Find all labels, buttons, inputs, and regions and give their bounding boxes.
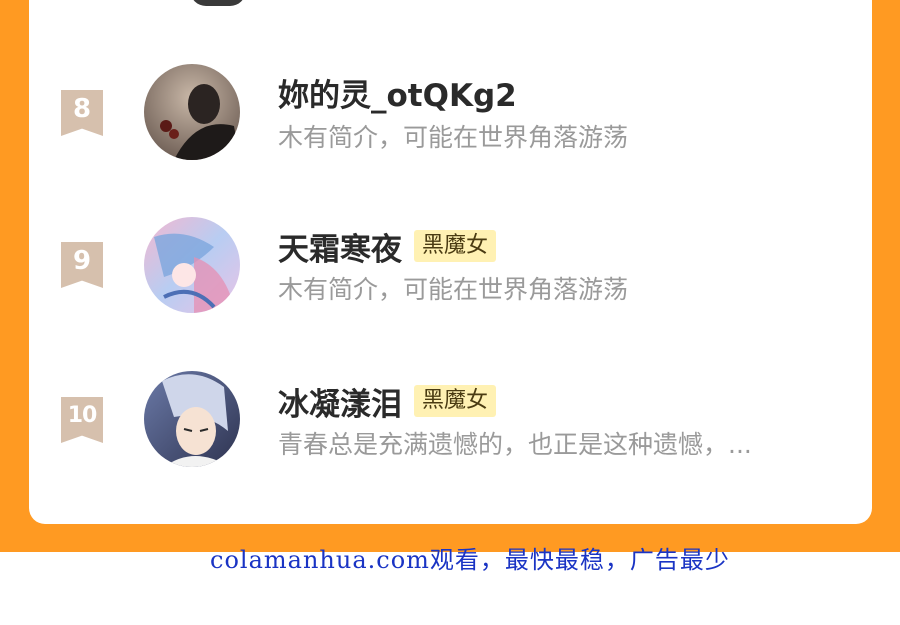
- user-name[interactable]: 天霜寒夜: [278, 224, 402, 269]
- ranking-card: 8 妳的灵_otQKg2 木有简介，可能在世界角落游荡 9 天霜寒夜 黑魔女 木…: [29, 0, 872, 524]
- user-bio: 木有简介，可能在世界角落游荡: [278, 275, 629, 304]
- user-avatar[interactable]: [144, 64, 240, 160]
- user-name[interactable]: 冰凝漾泪: [278, 379, 402, 424]
- previous-avatar: [190, 0, 246, 6]
- ranking-row[interactable]: 8 妳的灵_otQKg2 木有简介，可能在世界角落游荡: [29, 56, 872, 166]
- user-title-tag: 黑魔女: [414, 385, 497, 417]
- rank-badge: 8: [61, 90, 103, 136]
- user-avatar[interactable]: [144, 217, 240, 313]
- rank-badge: 9: [61, 242, 103, 288]
- user-title-tag: 黑魔女: [414, 230, 497, 262]
- user-bio: 青春总是充满遗憾的，也正是这种遗憾，...: [278, 430, 752, 459]
- footer-watermark: colamanhua.com观看，最快最稳，广告最少: [210, 546, 730, 574]
- user-bio: 木有简介，可能在世界角落游荡: [278, 123, 629, 152]
- ranking-row[interactable]: 9 天霜寒夜 黑魔女 木有简介，可能在世界角落游荡: [29, 210, 872, 320]
- user-avatar[interactable]: [144, 371, 240, 467]
- ranking-row[interactable]: 10 冰凝漾泪 黑魔女 青春总是充满遗憾的，也正是这种遗憾，...: [29, 365, 872, 475]
- rank-badge: 10: [61, 397, 103, 443]
- user-name[interactable]: 妳的灵_otQKg2: [278, 70, 517, 115]
